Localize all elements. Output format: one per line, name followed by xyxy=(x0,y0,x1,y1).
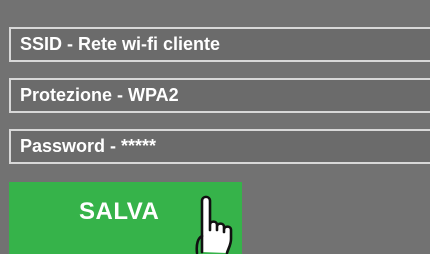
ssid-field[interactable]: SSID - Rete wi-fi cliente xyxy=(9,27,430,62)
password-field-label: Password - ***** xyxy=(20,136,157,156)
protection-field[interactable]: Protezione - WPA2 xyxy=(9,78,430,113)
save-button-label: SALVA xyxy=(79,198,160,225)
ssid-field-label: SSID - Rete wi-fi cliente xyxy=(20,34,221,54)
hand-pointer-icon xyxy=(195,195,233,254)
wifi-settings-screen: SSID - Rete wi-fi cliente Protezione - W… xyxy=(0,0,430,254)
password-field[interactable]: Password - ***** xyxy=(9,129,430,164)
protection-field-label: Protezione - WPA2 xyxy=(20,85,179,105)
